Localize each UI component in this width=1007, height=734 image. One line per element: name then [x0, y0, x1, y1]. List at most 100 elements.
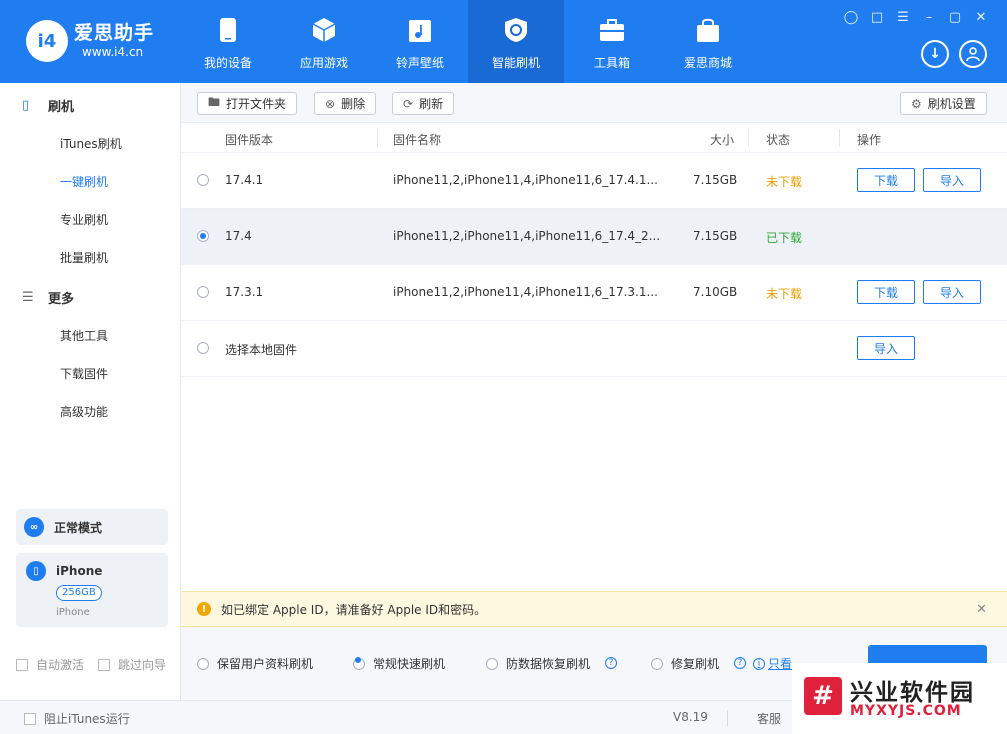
import-button[interactable]: 导入 [923, 168, 981, 192]
delete-button[interactable]: ⊗ 删除 [314, 92, 377, 115]
help-icon[interactable]: ? [734, 657, 746, 669]
nav-toolbox[interactable]: 工具箱 [564, 0, 660, 83]
nav-apps-games[interactable]: 应用游戏 [276, 0, 372, 83]
customer-service-link[interactable]: 客服 [757, 710, 781, 727]
button-label: 刷机设置 [927, 97, 976, 111]
sidebar-item-advanced[interactable]: 高级功能 [60, 403, 108, 420]
table-row[interactable]: 17.4 iPhone11,2,iPhone11,4,iPhone11,6_17… [181, 209, 1007, 265]
table-row[interactable]: 17.3.1 iPhone11,2,iPhone11,4,iPhone11,6_… [181, 265, 1007, 321]
row-radio[interactable] [197, 174, 209, 186]
sidebar-item-download-firmware[interactable]: 下载固件 [60, 365, 108, 382]
maximize-icon[interactable]: ▢ [947, 10, 963, 25]
checkbox-label: 自动激活 [36, 658, 85, 672]
skin-icon[interactable]: ◯ [843, 10, 859, 25]
nav-label: 工具箱 [593, 56, 630, 70]
firmware-name: iPhone11,2,iPhone11,4,iPhone11,6_17.4_2.… [393, 229, 661, 243]
option-anti-recovery[interactable]: 防数据恢复刷机 [486, 655, 590, 672]
option-radio[interactable] [353, 657, 365, 670]
watermark-logo: # [804, 677, 842, 715]
music-folder-icon [407, 16, 433, 44]
sidebar-item-batch-flash[interactable]: 批量刷机 [60, 249, 108, 266]
close-icon[interactable]: ✕ [976, 602, 987, 617]
sidebar-item-pro-flash[interactable]: 专业刷机 [60, 211, 108, 228]
device-card[interactable]: ▯ iPhone 256GB iPhone [16, 553, 168, 627]
firmware-status: 已下载 [766, 231, 803, 245]
nav-my-device[interactable]: 我的设备 [180, 0, 276, 83]
gear-icon: ⚙ [911, 96, 922, 111]
header-name: 固件名称 [393, 133, 442, 147]
nav-ringtones[interactable]: 铃声壁纸 [372, 0, 468, 83]
firmware-name: iPhone11,2,iPhone11,4,iPhone11,6_17.4.1.… [393, 173, 658, 187]
refresh-button[interactable]: ⟳ 刷新 [392, 92, 455, 115]
readonly-link-label: 只看 [768, 657, 793, 671]
option-radio[interactable] [486, 657, 498, 670]
option-normal-fast[interactable]: 常规快速刷机 [353, 655, 445, 672]
delete-circle-icon: ⊗ [325, 96, 336, 111]
notice-text: 如已绑定 Apple ID，请准备好 Apple ID和密码。 [221, 602, 487, 617]
nav-store[interactable]: 爱思商城 [660, 0, 756, 83]
open-folder-button[interactable]: 🖿 打开文件夹 [197, 92, 298, 115]
auto-activate-checkbox[interactable]: 自动激活 [16, 656, 84, 673]
table-row[interactable]: 17.4.1 iPhone11,2,iPhone11,4,iPhone11,6_… [181, 153, 1007, 209]
sidebar-item-itunes-flash[interactable]: iTunes刷机 [60, 135, 122, 152]
import-button[interactable]: 导入 [923, 280, 981, 304]
app-logo: i4 爱思助手 www.i4.cn [26, 20, 154, 62]
option-repair[interactable]: 修复刷机 [651, 655, 719, 672]
sidebar-group-label: 更多 [48, 292, 75, 307]
option-label: 防数据恢复刷机 [506, 657, 591, 671]
window-controls: ◯ □ ☰ – ▢ ✕ [843, 10, 989, 25]
sidebar-item-one-click-flash[interactable]: 一键刷机 [60, 173, 108, 190]
main-panel: 🖿 打开文件夹 ⊗ 删除 ⟳ 刷新 ⚙ 刷机设置 固件版本 固件名称 大小 状态… [181, 83, 1007, 700]
import-button[interactable]: 导入 [857, 336, 915, 360]
device-type: iPhone [56, 607, 90, 618]
nav-smart-flash[interactable]: 智能刷机 [468, 0, 564, 83]
checkbox-box [16, 658, 28, 671]
header-status: 状态 [766, 133, 791, 147]
download-button[interactable]: 下载 [857, 168, 915, 192]
firmware-status: 未下载 [766, 287, 803, 301]
nav-label: 智能刷机 [491, 56, 540, 70]
sidebar-item-other-tools[interactable]: 其他工具 [60, 327, 108, 344]
local-firmware-row[interactable]: 选择本地固件 导入 [181, 321, 1007, 377]
button-label: 打开文件夹 [226, 97, 287, 111]
user-icon[interactable] [959, 40, 987, 68]
version-label: V8.19 [673, 710, 708, 724]
sidebar: ▯ 刷机 iTunes刷机 一键刷机 专业刷机 批量刷机 ☰ 更多 其他工具 下… [0, 83, 181, 700]
divider [727, 710, 728, 726]
warning-icon: ! [197, 602, 211, 616]
shopping-bag-icon [695, 16, 721, 44]
block-itunes-checkbox[interactable]: 阻止iTunes运行 [24, 710, 130, 727]
download-icon[interactable]: ↓ [921, 40, 949, 68]
table-header: 固件版本 固件名称 大小 状态 操作 [181, 123, 1007, 153]
skip-guide-checkbox[interactable]: 跳过向导 [98, 656, 166, 673]
option-keep-data[interactable]: 保留用户资料刷机 [197, 655, 313, 672]
download-button[interactable]: 下载 [857, 280, 915, 304]
menu-icon: ☰ [22, 290, 34, 305]
header-action: 操作 [857, 133, 882, 147]
header-version: 固件版本 [225, 133, 274, 147]
help-icon[interactable]: ? [605, 657, 617, 669]
device-mode-label: 正常模式 [54, 520, 103, 535]
option-radio[interactable] [197, 657, 209, 670]
refresh-icon: ⟳ [403, 96, 414, 111]
row-radio[interactable] [197, 342, 209, 354]
clipboard-icon[interactable]: □ [869, 10, 885, 25]
flash-settings-button[interactable]: ⚙ 刷机设置 [900, 92, 987, 115]
close-icon[interactable]: ✕ [973, 10, 989, 25]
column-divider [748, 129, 749, 147]
phone-icon [215, 16, 241, 44]
readonly-link[interactable]: i 只看 [753, 655, 792, 672]
logo-title: 爱思助手 [74, 22, 155, 44]
row-radio[interactable] [197, 230, 209, 242]
flash-icon [503, 16, 529, 44]
info-icon: i [753, 657, 765, 670]
minimize-icon[interactable]: – [921, 10, 937, 25]
row-radio[interactable] [197, 286, 209, 298]
menu-icon[interactable]: ☰ [895, 10, 911, 25]
sidebar-group-more[interactable]: ☰ 更多 [22, 288, 74, 307]
phone-icon: ▯ [22, 98, 30, 113]
option-radio[interactable] [651, 657, 663, 670]
sidebar-group-flash[interactable]: ▯ 刷机 [22, 96, 74, 115]
apple-id-notice: ! 如已绑定 Apple ID，请准备好 Apple ID和密码。 ✕ [181, 591, 1007, 627]
device-mode-card: ∞ 正常模式 [16, 509, 168, 545]
